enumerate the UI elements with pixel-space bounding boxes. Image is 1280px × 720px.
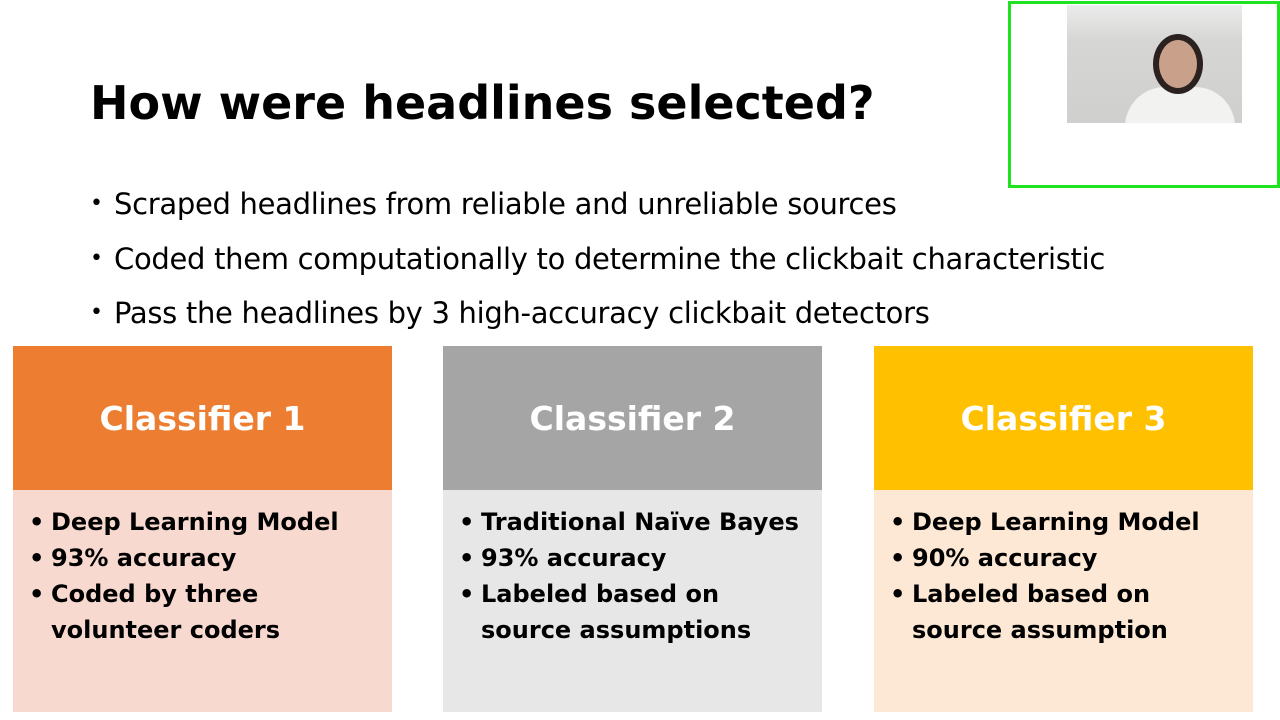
- point-text: 90% accuracy: [912, 544, 1098, 572]
- bullet-icon: •: [459, 508, 475, 536]
- classifier-point: • 93% accuracy: [459, 540, 822, 576]
- bullet-icon: •: [90, 300, 103, 325]
- bullet-icon: •: [90, 191, 103, 216]
- point-text: Deep Learning Model: [912, 508, 1200, 536]
- classifier-point: • Deep Learning Model: [29, 504, 392, 540]
- bullet-icon: •: [90, 245, 103, 271]
- presenter-head: [1159, 40, 1197, 88]
- classifier-card-2: Classifier 2 • Traditional Naïve Bayes • 9…: [443, 346, 822, 712]
- classifier-point: • Traditional Naïve Bayes: [459, 504, 822, 540]
- bullet-icon: •: [29, 508, 45, 536]
- classifier-point: • Coded by three volunteer coders: [29, 576, 392, 648]
- classifier-title: Classifier 2: [443, 346, 822, 490]
- point-text: Labeled based on source assumption: [912, 580, 1168, 644]
- slide-bullet-list: • Scraped headlines from reliable and unr…: [90, 184, 1105, 348]
- classifier-title: Classifier 1: [13, 346, 392, 490]
- classifier-point: • Labeled based on source assumption: [890, 576, 1253, 648]
- bullet-icon: •: [459, 580, 475, 608]
- bullet-text: Coded them computationally to determine …: [114, 241, 1106, 276]
- bullet-text: Pass the headlines by 3 high-accuracy cl…: [114, 296, 930, 330]
- bullet-text: Scraped headlines from reliable and unre…: [114, 187, 897, 221]
- point-text: Coded by three volunteer coders: [51, 580, 281, 644]
- bullet-icon: •: [459, 544, 475, 572]
- classifier-card-1: Classifier 1 • Deep Learning Model • 93% a…: [13, 346, 392, 712]
- slide-title: How were headlines selected?: [90, 76, 875, 130]
- classifier-point: • 93% accuracy: [29, 540, 392, 576]
- classifier-point: • Deep Learning Model: [890, 504, 1253, 540]
- bullet-icon: •: [890, 580, 906, 608]
- classifier-point: • 90% accuracy: [890, 540, 1253, 576]
- bullet-icon: •: [890, 544, 906, 572]
- presenter-body: [1125, 87, 1235, 123]
- bullet-item: • Coded them computationally to determine…: [90, 239, 1105, 294]
- bullet-icon: •: [29, 544, 45, 572]
- point-text: Traditional Naïve Bayes: [481, 508, 799, 536]
- webcam-overlay[interactable]: [1008, 1, 1280, 188]
- point-text: 93% accuracy: [481, 544, 667, 572]
- point-text: 93% accuracy: [51, 544, 237, 572]
- classifier-point: • Labeled based on source assumptions: [459, 576, 822, 648]
- bullet-item: • Scraped headlines from reliable and unr…: [90, 184, 1105, 239]
- classifier-title: Classifier 3: [874, 346, 1253, 490]
- bullet-item: • Pass the headlines by 3 high-accuracy c…: [90, 293, 1105, 348]
- webcam-video: [1067, 5, 1242, 123]
- bullet-icon: •: [29, 580, 45, 608]
- point-text: Deep Learning Model: [51, 508, 339, 536]
- bullet-icon: •: [890, 508, 906, 536]
- point-text: Labeled based on source assumptions: [481, 580, 752, 644]
- classifier-card-3: Classifier 3 • Deep Learning Model • 90% a…: [874, 346, 1253, 712]
